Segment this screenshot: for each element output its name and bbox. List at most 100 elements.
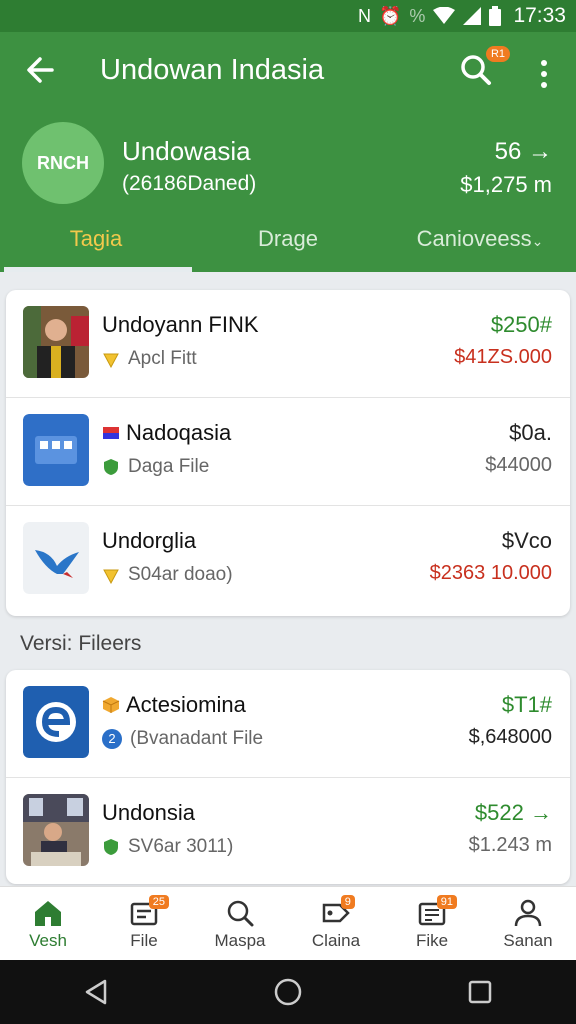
circle-home-icon [274, 978, 302, 1006]
tab-canioveess[interactable]: Canioveess⌄ [384, 216, 576, 272]
item-subtitle-text: (Bvanadant File [130, 728, 264, 749]
list-item[interactable]: Undorglia S04ar doao) $Vco $2363 10.000 [6, 506, 570, 614]
item-subtitle: Daga File [102, 456, 209, 478]
item-title: Undonsia [102, 800, 195, 825]
clock: 17:33 [513, 4, 566, 27]
nav-sanan[interactable]: Sanan [480, 887, 576, 960]
item-subtitle: 2 (Bvanadant File [102, 728, 263, 750]
item-price: $T1# [501, 692, 552, 717]
item-subtitle-text: Daga File [128, 456, 210, 477]
arrow-right-icon: → [530, 800, 552, 825]
app-thumbnail [23, 414, 89, 486]
item-amount: $44000 [485, 454, 552, 476]
chevron-down-icon: ⌄ [531, 233, 544, 249]
list-item[interactable]: Nadoqasia Daga File $0a. $44000 [6, 398, 570, 506]
nav-badge: 25 [148, 895, 170, 909]
list-item[interactable]: Undonsia SV6ar 3011) $522 → $1.243 m [6, 778, 570, 886]
nav-label: Claina [311, 931, 361, 950]
home-icon [35, 901, 61, 926]
account-amount: $1,275 m [460, 172, 552, 197]
account-name: Undowasia [122, 136, 251, 166]
item-price: $522 → [475, 800, 552, 826]
bottom-navigation: Vesh 25 File Maspa 9 Claina 91 Fike Sana… [0, 886, 576, 960]
account-count-value: 56 [494, 138, 522, 165]
item-title-text: Actesiomina [126, 692, 246, 717]
number-badge: 2 [102, 729, 122, 749]
system-back-button[interactable] [66, 972, 126, 1012]
search-icon [227, 900, 254, 927]
item-price-value: $522 [474, 800, 524, 825]
tab-label: Tagia [69, 226, 123, 251]
package-icon [102, 697, 120, 713]
alarm-icon: ⏰ [379, 5, 402, 26]
gold-shield-icon [103, 569, 119, 584]
item-price: $250# [490, 312, 552, 337]
account-count[interactable]: 56 → [495, 138, 552, 166]
tab-tagia[interactable]: Tagia [0, 216, 192, 272]
green-shield-icon [104, 839, 118, 855]
flag-icon [103, 427, 119, 439]
list-card: Actesiomina 2 (Bvanadant File $T1# $,648… [6, 670, 570, 884]
app-thumbnail [23, 686, 89, 758]
dot [541, 82, 547, 88]
nav-label: Fike [415, 931, 449, 950]
section-heading: Versi: Fileers [20, 632, 142, 655]
battery-icon [489, 6, 502, 26]
nav-maspa[interactable]: Maspa [192, 887, 288, 960]
item-price: $0a. [509, 420, 552, 445]
item-amount: $1.243 m [468, 834, 552, 856]
item-title: Nadoqasia [102, 420, 231, 446]
item-amount: $2363 10.000 [429, 562, 552, 584]
item-subtitle: SV6ar 3011) [102, 836, 233, 858]
list-item[interactable]: Actesiomina 2 (Bvanadant File $T1# $,648… [6, 670, 570, 778]
dot [541, 71, 547, 77]
nav-vesh[interactable]: Vesh [0, 887, 96, 960]
square-recents-icon [468, 980, 492, 1004]
more-options-button[interactable] [530, 54, 558, 94]
account-subtitle: (26186Daned) [122, 172, 257, 195]
item-amount: $,648000 [468, 726, 552, 748]
nav-file[interactable]: 25 File [96, 887, 192, 960]
nav-label: Sanan [503, 931, 553, 950]
app-header: Undowan Indasia R1 RNCH Undowasia (26186… [0, 32, 576, 272]
tab-bar: Tagia Drage Canioveess⌄ [0, 216, 576, 272]
item-title: Undorglia [102, 528, 197, 553]
list-card: Undoyann FINK Apcl Fitt $250# $41ZS.000 … [6, 290, 570, 616]
nav-fike[interactable]: 91 Fike [384, 887, 480, 960]
nav-claina[interactable]: 9 Claina [288, 887, 384, 960]
arrow-left-icon [27, 57, 54, 83]
back-button[interactable] [20, 52, 60, 92]
page-title: Undowan Indasia [100, 54, 325, 86]
item-subtitle-text: Apcl Fitt [128, 348, 197, 369]
signal-icon [463, 7, 482, 25]
account-summary[interactable]: RNCH Undowasia (26186Daned) 56 → $1,275 … [0, 120, 576, 210]
avatar[interactable]: RNCH [22, 122, 104, 204]
system-navigation-bar [0, 960, 576, 1024]
tab-label: Canioveess [416, 226, 532, 251]
arrow-right-icon: → [528, 138, 552, 165]
nav-badge: 9 [340, 895, 355, 909]
search-button[interactable]: R1 [458, 46, 510, 92]
nav-label: File [130, 931, 158, 950]
item-title-text: Nadoqasia [126, 420, 232, 445]
nav-label: Maspa [214, 931, 266, 950]
item-price: $Vco [501, 528, 552, 553]
status-bar: N ⏰ % 17:33 [0, 0, 576, 32]
item-title: Actesiomina [102, 692, 246, 718]
toolbar: Undowan Indasia R1 [0, 32, 576, 114]
list-item[interactable]: Undoyann FINK Apcl Fitt $250# $41ZS.000 [6, 290, 570, 398]
triangle-back-icon [85, 979, 107, 1005]
item-title: Undoyann FINK [102, 312, 259, 337]
system-recents-button[interactable] [450, 972, 510, 1012]
office-photo-thumbnail [23, 794, 89, 866]
gold-shield-icon [103, 353, 119, 368]
system-home-button[interactable] [258, 972, 318, 1012]
person-icon [514, 899, 542, 927]
item-subtitle: S04ar doao) [102, 564, 233, 586]
item-subtitle-text: SV6ar 3011) [128, 836, 234, 857]
data-saver-icon: % [409, 5, 426, 26]
tab-label: Drage [258, 226, 318, 251]
notification-badge: R1 [485, 46, 510, 62]
tab-drage[interactable]: Drage [192, 216, 384, 272]
item-amount: $41ZS.000 [454, 346, 552, 368]
